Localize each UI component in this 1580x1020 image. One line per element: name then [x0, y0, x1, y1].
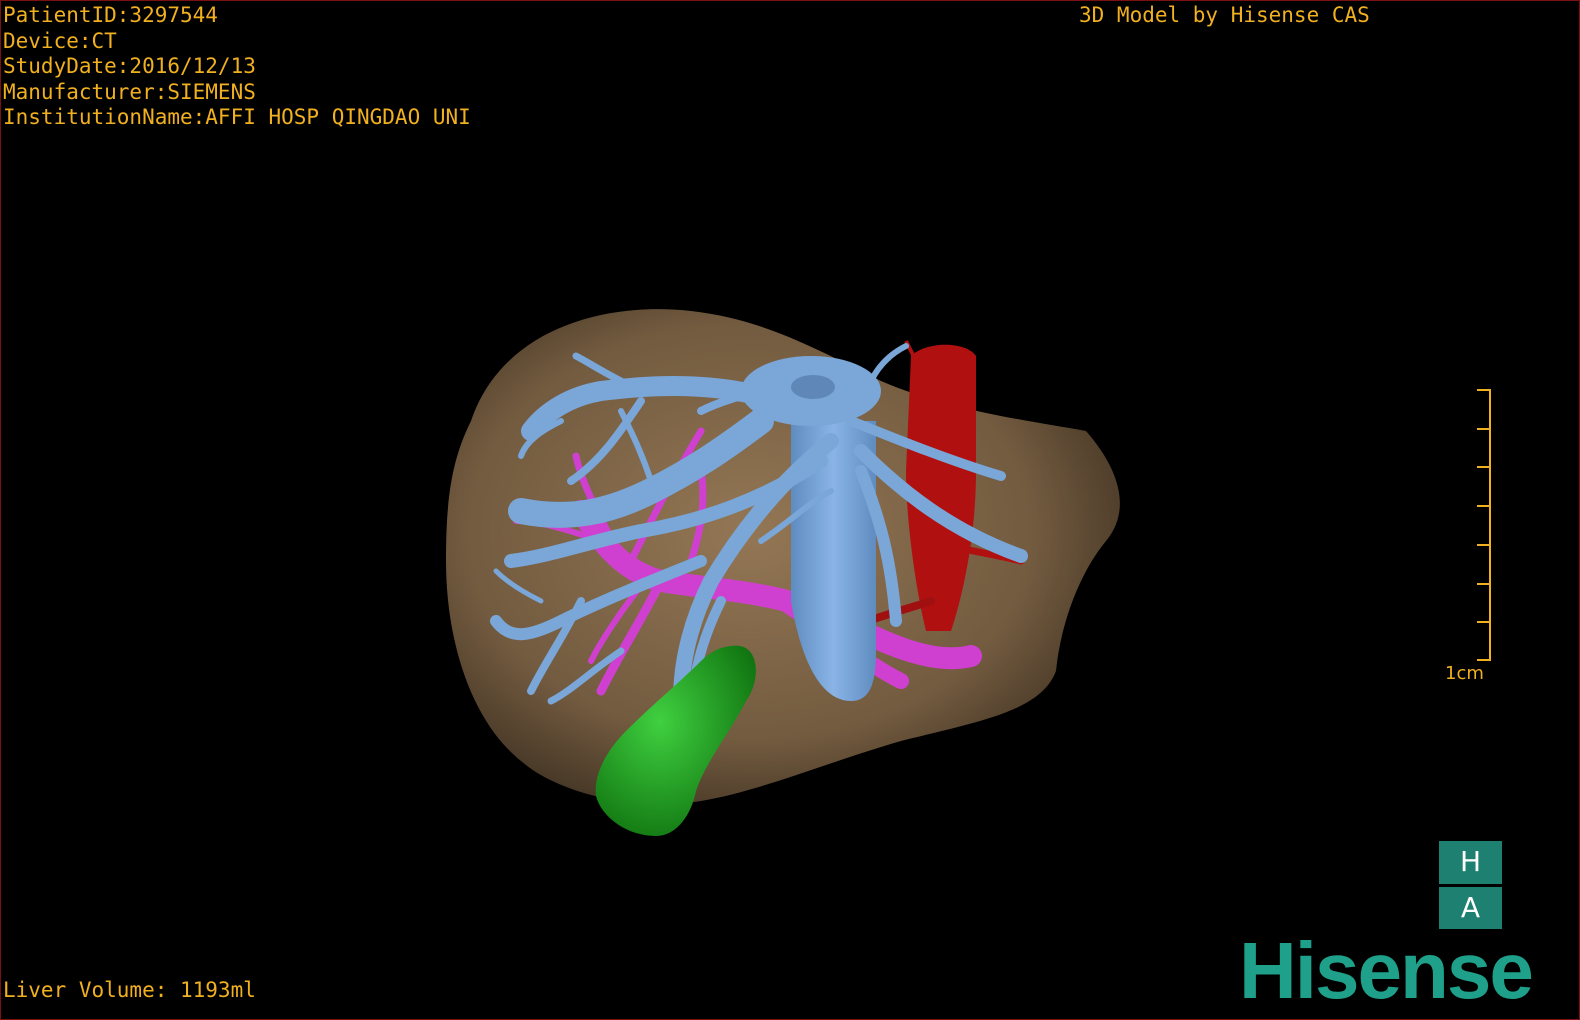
- dicom-info-panel: PatientID:3297544 Device:CT StudyDate:20…: [3, 3, 471, 131]
- scale-label: 1cm: [1445, 663, 1484, 684]
- study-date-label: StudyDate:2016/12/13: [3, 54, 256, 78]
- hisense-logo: Hisense: [1239, 926, 1534, 1015]
- ha-logo: H A: [1439, 841, 1502, 929]
- liver-volume-label: Liver Volume: 1193ml: [3, 978, 256, 1002]
- manufacturer-label: Manufacturer:SIEMENS: [3, 79, 256, 104]
- device-label: Device:CT: [3, 28, 117, 53]
- scale-bar: [1477, 389, 1491, 661]
- ha-logo-divider: [1439, 883, 1502, 887]
- 3d-viewport[interactable]: PatientID:3297544 Device:CT StudyDate:20…: [0, 0, 1580, 1020]
- liver-3d-model[interactable]: [1, 1, 1579, 1019]
- ha-logo-bottom: A: [1460, 890, 1481, 924]
- ha-logo-top: H: [1459, 845, 1482, 879]
- institution-label: InstitutionName:AFFI HOSP QINGDAO UNI: [3, 105, 471, 129]
- patient-id-label: PatientID:3297544: [3, 3, 218, 27]
- model-title: 3D Model by Hisense CAS: [1079, 3, 1370, 27]
